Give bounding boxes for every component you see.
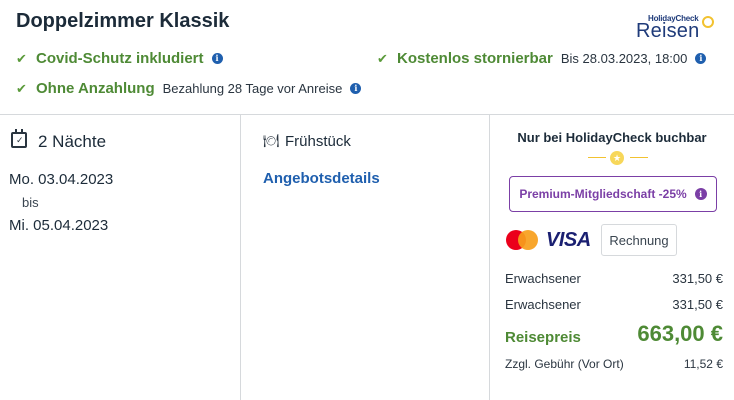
feature-title: Kostenlos stornierbar <box>397 50 553 67</box>
date-separator: bis <box>22 195 39 210</box>
column-divider <box>240 114 241 400</box>
fee-label: Zzgl. Gebühr (Vor Ort) <box>505 357 624 371</box>
departure-date: Mi. 05.04.2023 <box>9 217 109 234</box>
offer-details-link[interactable]: Angebotsdetails <box>263 170 380 187</box>
invoice-payment-badge: Rechnung <box>601 224 677 256</box>
feature-note: Bezahlung 28 Tage vor Anreise <box>162 81 343 96</box>
cutlery-icon: 🍽 <box>263 133 280 148</box>
visa-icon: VISA <box>546 229 591 251</box>
premium-membership-button[interactable]: Premium-Mitgliedschaft -25% i <box>509 176 717 212</box>
total-price: 663,00 € <box>637 321 723 346</box>
price-row: Erwachsener 331,50 € <box>505 297 723 312</box>
star-divider: ★ <box>588 150 648 166</box>
check-icon: ✔ <box>16 80 27 96</box>
total-label: Reisepreis <box>505 329 581 346</box>
arrival-date: Mo. 03.04.2023 <box>9 171 114 188</box>
feature-title: Covid-Schutz inkludiert <box>36 50 204 67</box>
star-icon: ★ <box>610 151 624 165</box>
price-row-label: Erwachsener <box>505 271 581 286</box>
feature-note: Bis 28.03.2023, 18:00 <box>560 51 688 66</box>
price-row: Erwachsener 331,50 € <box>505 271 723 286</box>
info-icon[interactable]: i <box>211 53 223 64</box>
feature-covid: ✔ Covid-Schutz inkludiert i <box>16 50 223 67</box>
exclusive-label: Nur bei HolidayCheck buchbar <box>517 130 707 145</box>
premium-label: Premium-Mitgliedschaft -25% <box>519 187 687 201</box>
info-icon[interactable]: i <box>694 188 707 200</box>
column-divider <box>489 114 490 400</box>
info-icon[interactable]: i <box>695 53 707 64</box>
price-row-value: 331,50 € <box>672 297 723 312</box>
fee-row: Zzgl. Gebühr (Vor Ort) 11,52 € <box>505 357 723 371</box>
fee-value: 11,52 € <box>683 357 723 371</box>
calendar-icon: ✓ <box>11 129 27 148</box>
check-icon: ✔ <box>16 50 27 66</box>
room-title: Doppelzimmer Klassik <box>16 10 230 32</box>
divider <box>0 114 734 115</box>
feature-anzahlung: ✔ Ohne Anzahlung Bezahlung 28 Tage vor A… <box>16 80 362 97</box>
nights-count: 2 Nächte <box>38 132 107 151</box>
feature-storno: ✔ Kostenlos stornierbar Bis 28.03.2023, … <box>377 50 707 67</box>
feature-title: Ohne Anzahlung <box>36 80 155 97</box>
price-row-value: 331,50 € <box>672 271 723 286</box>
logo-sun-icon <box>702 16 714 28</box>
mastercard-icon <box>506 230 538 250</box>
logo-big-text: Reisen <box>636 20 700 42</box>
holidaycheck-logo[interactable]: HolidayCheck Reisen <box>634 14 718 42</box>
info-icon[interactable]: i <box>350 83 362 94</box>
meal-type: Frühstück <box>285 133 351 150</box>
price-row-label: Erwachsener <box>505 297 581 312</box>
check-icon: ✔ <box>377 50 388 66</box>
